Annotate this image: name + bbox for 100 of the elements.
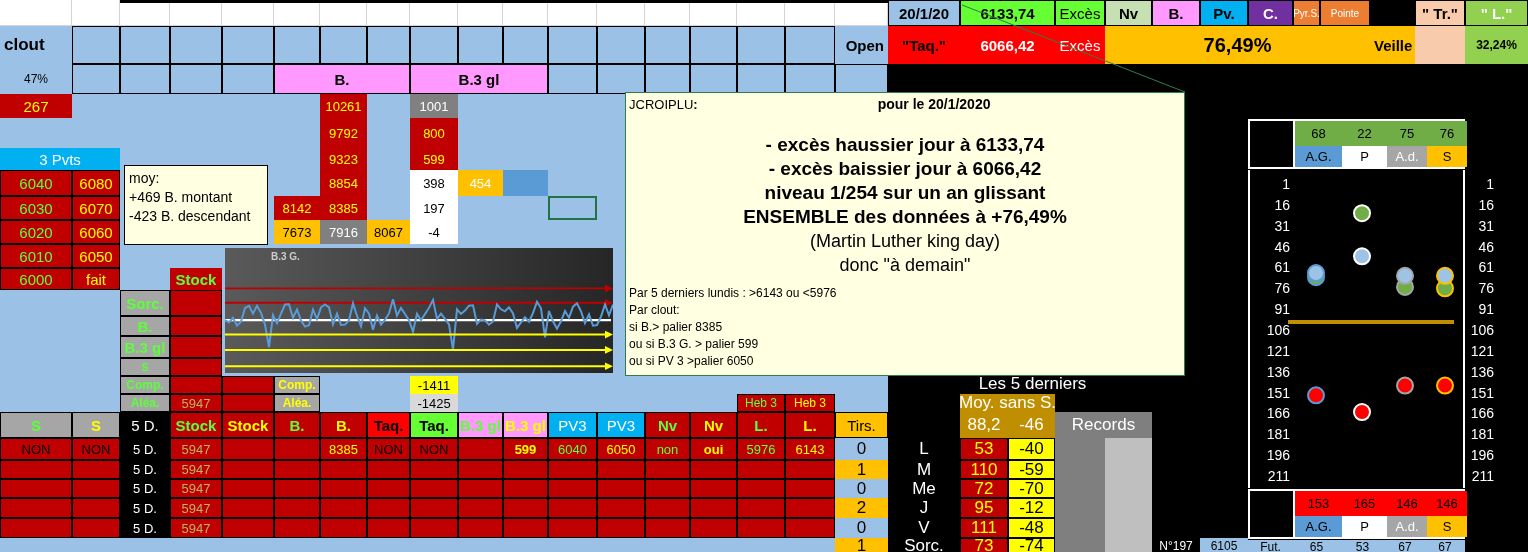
table-cell (410, 26, 458, 64)
tick-label: 136 (1266, 363, 1290, 380)
column-header: C. (1248, 0, 1293, 26)
table-cell: -59 (1008, 460, 1055, 479)
scale-label: 106 (1470, 322, 1494, 338)
column-header: PV3 (597, 412, 645, 438)
table-cell (597, 518, 645, 538)
table-cell (274, 479, 320, 498)
comment-text: - excès baissier jour à 6066,42 (768, 157, 1042, 181)
scale-label: 46 (1478, 238, 1494, 255)
table-cell (222, 64, 274, 94)
table-cell (548, 26, 597, 64)
table-cell: 67 (1425, 540, 1465, 552)
table-cell (367, 518, 410, 538)
table-cell: 267 (0, 94, 72, 118)
row-label: Fut. (1248, 540, 1293, 552)
column-header: Records (1055, 412, 1152, 438)
table-cell (222, 394, 274, 412)
column-header: A.d. (1387, 516, 1427, 537)
table-cell (0, 518, 72, 538)
table-cell (274, 460, 320, 479)
table-cell (785, 479, 835, 498)
table-cell: 5947 (170, 518, 222, 538)
table-cell (785, 498, 835, 518)
table-cell (320, 518, 367, 538)
table-cell: 110 (960, 460, 1008, 479)
row-label: S (120, 358, 170, 376)
table-cell (548, 479, 597, 498)
table-cell: 5 D. (120, 460, 170, 479)
table-cell (597, 498, 645, 518)
table-cell: 6066,42 (960, 26, 1055, 64)
rank-value: 146 (1427, 491, 1467, 516)
table-cell: -4 (410, 220, 458, 244)
category-label: P (1342, 146, 1387, 167)
row-label: M (915, 460, 933, 479)
rank-value: 165 (1342, 491, 1387, 516)
table-cell (737, 518, 785, 538)
table-header: Stock (170, 268, 222, 290)
table-cell: 6060 (72, 220, 120, 244)
table-cell (72, 460, 120, 479)
rank-value: 76 (1427, 121, 1467, 146)
comment-text: niveau 1/254 sur un an glissant (764, 181, 1046, 205)
table-cell: 6070 (72, 196, 120, 220)
table-cell (222, 26, 274, 64)
tick-label: 76 (1274, 280, 1290, 297)
table-cell (690, 64, 737, 94)
scale-label: 76 (1478, 280, 1494, 297)
table-cell (170, 358, 222, 376)
table-cell (410, 460, 458, 479)
table-cell (367, 26, 410, 64)
column-header: Heb 3 (785, 394, 835, 412)
table-cell: 5947 (170, 394, 222, 412)
table-cell (645, 460, 690, 479)
table-cell (222, 376, 274, 394)
table-cell (503, 518, 548, 538)
table-cell: fait (72, 268, 120, 290)
table-cell (274, 498, 320, 518)
table-cell: 73 (960, 538, 1008, 552)
scale-label: 121 (1470, 342, 1494, 359)
tick-label: 1 (1282, 176, 1290, 192)
table-cell (410, 479, 458, 498)
column-header: Tirs. (835, 412, 888, 438)
row-label: V (917, 518, 931, 538)
table-cell (320, 0, 367, 26)
table-cell: NON (410, 438, 458, 460)
table-cell: 599 (410, 148, 458, 170)
table-cell: 10261 (320, 94, 367, 118)
comment-author: JCROIPLU: (629, 96, 698, 112)
column-header: Nv (690, 412, 737, 438)
scale-label: 91 (1478, 301, 1494, 318)
table-cell (785, 460, 835, 479)
tick-label: 91 (1274, 301, 1290, 318)
table-cell (367, 0, 410, 26)
rank-value: 146 (1387, 491, 1427, 516)
table-cell (170, 336, 222, 358)
table-cell: 5 D. (120, 498, 170, 518)
scale-label: 136 (1470, 363, 1494, 380)
table-cell (597, 26, 645, 64)
table-cell: 6105 (1200, 538, 1248, 552)
table-cell: 53 (1340, 540, 1385, 552)
row-label: Aléa. (120, 394, 170, 412)
table-cell (274, 518, 320, 538)
table-cell (274, 438, 320, 460)
scale-label: 31 (1478, 217, 1494, 234)
scale-label: 1 (1486, 176, 1494, 192)
column-header: Pyr.S. (1293, 0, 1320, 26)
comment-text: donc "à demain" (839, 254, 971, 277)
table-cell (503, 460, 548, 479)
table-cell: 197 (410, 196, 458, 220)
column-header: L. (785, 412, 835, 438)
table-cell: 5947 (170, 460, 222, 479)
table-cell (458, 479, 503, 498)
table-cell (120, 26, 170, 64)
table-cell (222, 498, 274, 518)
table-cell (548, 460, 597, 479)
table-cell (835, 64, 888, 94)
table-cell (645, 64, 690, 94)
table-cell: 53 (960, 438, 1008, 460)
tick-label: 31 (1274, 217, 1290, 234)
row-label: Veille (1370, 26, 1415, 64)
